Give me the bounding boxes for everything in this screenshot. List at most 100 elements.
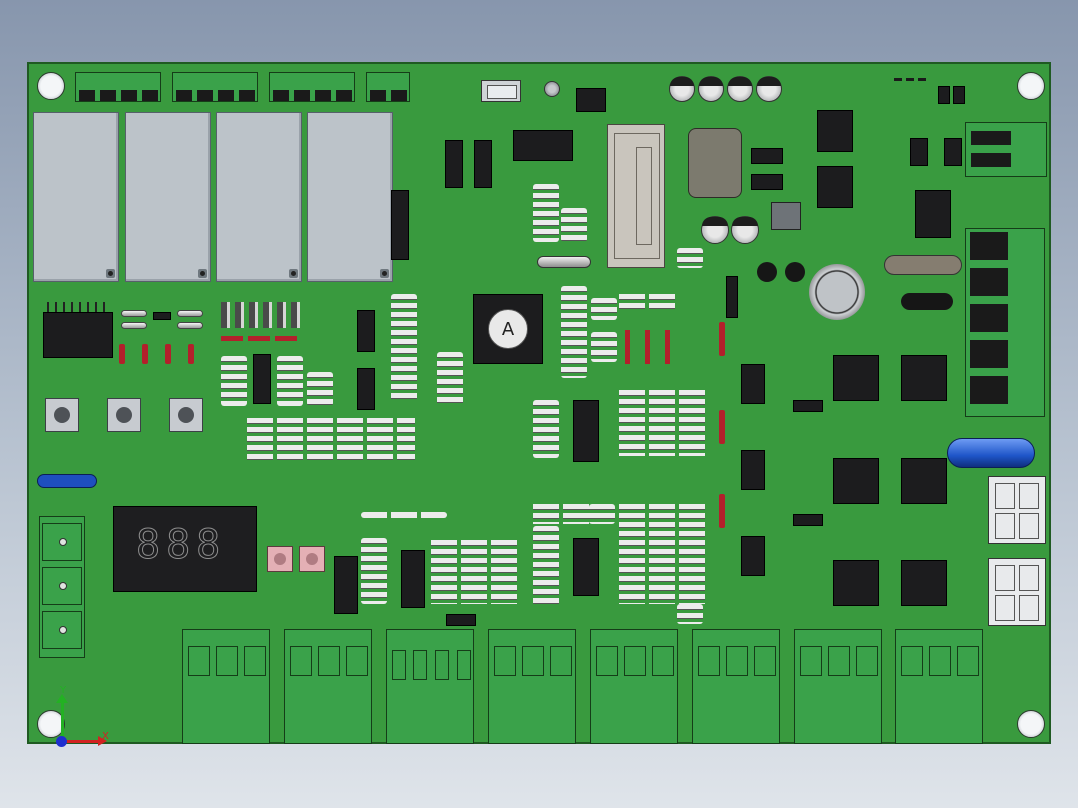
resistor-stack	[533, 526, 559, 606]
resistor-stack	[391, 294, 417, 402]
relay-2	[125, 112, 211, 282]
bottom-terminal-8	[895, 629, 983, 744]
diode	[726, 276, 738, 318]
small-button-1[interactable]	[267, 546, 293, 572]
red-component	[719, 410, 725, 444]
crystal-oscillator	[481, 80, 521, 102]
microcontroller: A	[473, 294, 543, 364]
jumper-blue	[37, 474, 97, 488]
small-button-2[interactable]	[299, 546, 325, 572]
axis-x-arrow	[64, 740, 100, 743]
resistor-row	[361, 512, 447, 518]
capacitor	[701, 216, 729, 244]
mounting-hole	[1017, 72, 1045, 100]
resistor	[121, 310, 147, 317]
resistor-array	[619, 390, 705, 456]
bottom-terminal-7	[794, 629, 882, 744]
bottom-terminal-5	[590, 629, 678, 744]
bottom-terminal-2	[284, 629, 372, 744]
display-digits: 888	[135, 522, 227, 568]
smd-pair	[953, 86, 965, 104]
ic-soic	[573, 538, 599, 596]
top-terminal-4	[366, 72, 410, 102]
red-smd-row	[221, 336, 299, 341]
resistor-stack	[277, 356, 303, 406]
red-component	[719, 322, 725, 356]
transistor	[357, 368, 375, 410]
smd-component	[751, 174, 783, 190]
black-capacitor	[785, 262, 805, 282]
ic-soic	[401, 550, 425, 608]
axis-triad: Y X	[52, 686, 112, 750]
resistor-stack	[591, 332, 617, 362]
smd-small	[446, 614, 476, 626]
relay-3	[216, 112, 302, 282]
power-mosfet	[833, 560, 879, 606]
resistor-array	[619, 504, 705, 604]
crystal-small	[537, 256, 591, 268]
ntc-thermistor	[884, 255, 962, 275]
resistor-stack	[533, 184, 559, 242]
mosfet	[817, 166, 853, 208]
power-mosfet	[833, 458, 879, 504]
resistor-stack	[677, 248, 703, 268]
smd-component	[771, 202, 801, 230]
red-resistor-group	[625, 330, 671, 364]
power-mosfet	[833, 355, 879, 401]
red-resistor	[119, 344, 125, 364]
resistor-stack	[591, 298, 617, 320]
ic-soic	[573, 400, 599, 462]
inductor	[688, 128, 742, 198]
resistor-array	[431, 540, 517, 604]
fuse	[947, 438, 1035, 468]
optocoupler	[741, 536, 765, 576]
red-resistor	[142, 344, 148, 364]
right-terminal-5pin	[965, 228, 1045, 417]
ic-regulator	[915, 190, 951, 238]
electrolytic-capacitor	[727, 76, 753, 102]
dash-marker	[894, 78, 926, 81]
optocoupler	[741, 450, 765, 490]
relay-4	[307, 112, 393, 282]
resistor-stack	[533, 400, 559, 458]
white-connector	[988, 558, 1046, 626]
relay-1	[33, 112, 119, 282]
left-terminal-3pin	[39, 516, 85, 658]
resistor-stack	[221, 356, 247, 406]
resistor	[121, 322, 147, 329]
electrolytic-capacitor	[698, 76, 724, 102]
tactile-button-1[interactable]	[45, 398, 79, 432]
tactile-button-3[interactable]	[169, 398, 203, 432]
electrolytic-capacitor	[756, 76, 782, 102]
smd-pair	[938, 86, 950, 104]
top-terminal-1	[75, 72, 161, 102]
white-connector	[988, 476, 1046, 544]
mcu-label: A	[501, 319, 515, 340]
capacitor	[731, 216, 759, 244]
resistor-stack	[677, 604, 703, 624]
capacitor-row	[221, 302, 303, 328]
mounting-hole	[37, 72, 65, 100]
connector-header	[607, 124, 665, 268]
resistor-stack	[561, 286, 587, 378]
tactile-button-2[interactable]	[107, 398, 141, 432]
bottom-terminal-4	[488, 629, 576, 744]
electrolytic-capacitor	[669, 76, 695, 102]
resistor-stack	[361, 538, 387, 604]
resistor-stack	[307, 372, 333, 406]
ic-chip	[513, 130, 573, 161]
red-resistor	[165, 344, 171, 364]
bottom-terminal-3	[386, 629, 474, 744]
top-terminal-2	[172, 72, 258, 102]
transistor	[445, 140, 463, 188]
resistor	[177, 322, 203, 329]
axis-x-label: X	[102, 731, 109, 742]
resistor	[177, 310, 203, 317]
ic-pins	[47, 302, 109, 312]
ntc-thermistor	[901, 293, 953, 310]
resistor-stack	[437, 352, 463, 406]
smd-component	[910, 138, 928, 166]
buzzer	[809, 264, 865, 320]
resistor-array	[533, 504, 589, 524]
smd-small	[793, 400, 823, 412]
